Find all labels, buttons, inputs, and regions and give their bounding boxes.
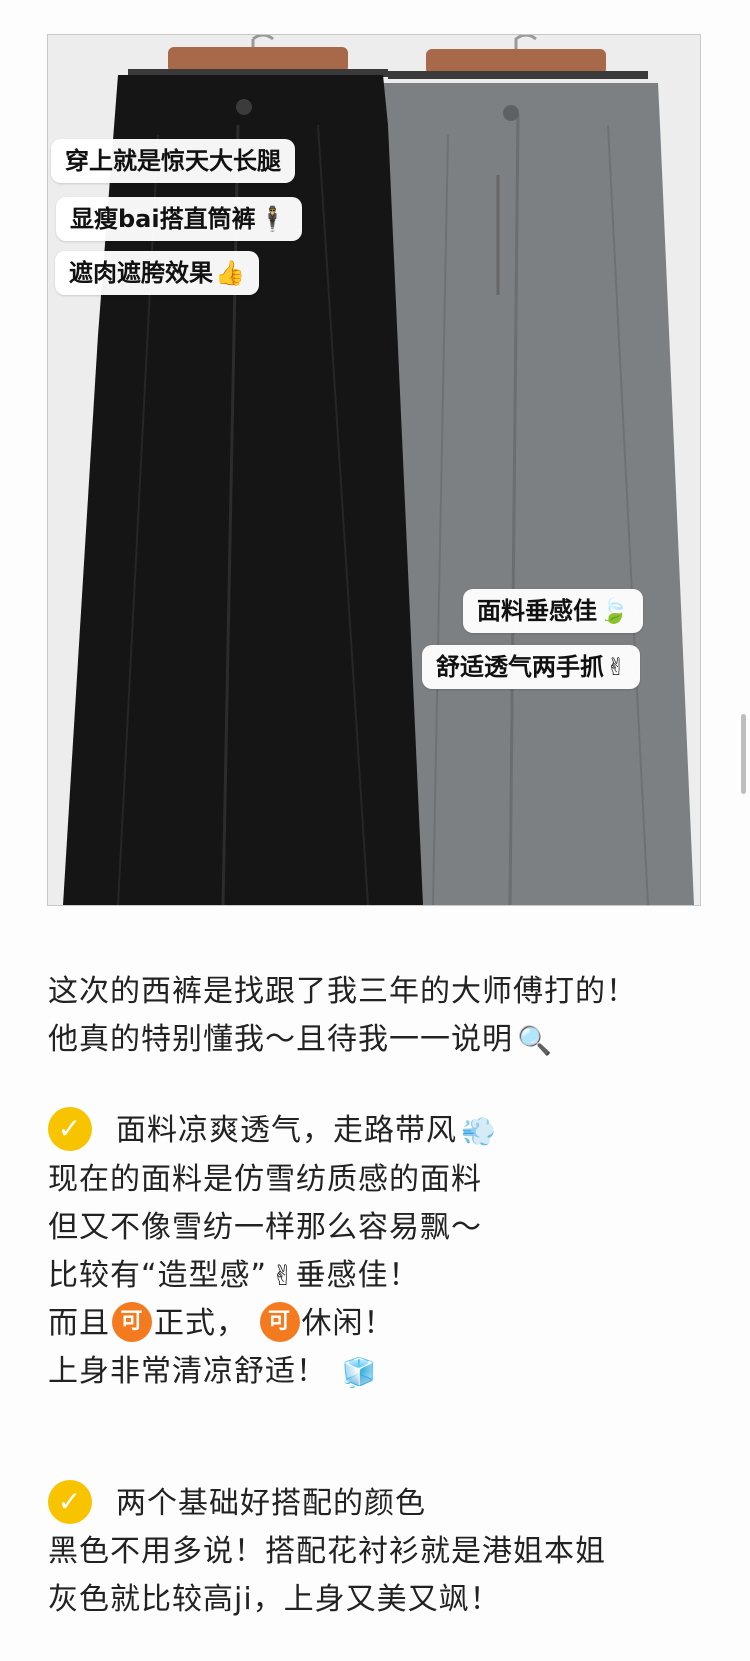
photo-tag-text: 遮肉遮胯效果 — [69, 259, 213, 287]
line-text: 正式， — [154, 1306, 247, 1341]
line-text: 休闲！ — [301, 1306, 395, 1341]
photo-tag-text: 穿上就是惊天大长腿 — [65, 147, 281, 175]
line-text: 垂感佳！ — [295, 1257, 420, 1293]
person-suit-icon: 🕴 — [257, 205, 288, 233]
photo-tag-breathable: 舒适透气两手抓✌ — [422, 645, 641, 689]
section-fabric-line-3: 比较有“造型感” ✌垂感佳！ — [48, 1252, 497, 1301]
photo-tag-text: 显瘦bai搭直筒裤 — [70, 205, 256, 233]
check-circle-icon: ✓ — [48, 1106, 92, 1151]
intro-text: 这次的西裤是找跟了我三年的大师傅打的！ 他真的特别懂我～且待我一一说明 🔍 — [48, 968, 637, 1065]
photo-tag-cover-hips: 遮肉遮胯效果👍 — [55, 251, 259, 295]
magnifier-icon: 🔍 — [517, 1023, 553, 1057]
line-text: 而且 — [48, 1306, 110, 1341]
line-text: 比较有“造型感” — [48, 1257, 268, 1293]
section-heading-text: 面料凉爽透气，走路带风 — [116, 1113, 457, 1148]
intro-line-2-text: 他真的特别懂我～且待我一一说明 — [48, 1022, 513, 1057]
section-fabric: ✓ 面料凉爽透气，走路带风 💨 现在的面料是仿雪纺质感的面料 但又不像雪纺一样那么容… — [48, 1106, 497, 1397]
section-fabric-heading: ✓ 面料凉爽透气，走路带风 💨 — [48, 1106, 497, 1156]
ke-badge-icon: 可 — [112, 1301, 152, 1342]
section-fabric-line-1: 现在的面料是仿雪纺质感的面料 — [48, 1161, 482, 1197]
photo-tag-long-legs: 穿上就是惊天大长腿 — [51, 139, 295, 183]
photo-tag-drape: 面料垂感佳🍃 — [463, 589, 643, 633]
scrollbar-thumb[interactable] — [741, 714, 746, 794]
section-fabric-line-2: 但又不像雪纺一样那么容易飘～ — [48, 1209, 482, 1245]
photo-tag-text: 舒适透气两手抓 — [436, 653, 604, 681]
section-colors-line-2: 灰色就比较高ji，上身又美又飒！ — [48, 1582, 501, 1617]
leaf-icon: 🍃 — [599, 597, 629, 625]
check-circle-icon: ✓ — [48, 1479, 92, 1524]
section-colors: ✓ 两个基础好搭配的颜色 黑色不用多说！搭配花衬衫就是港姐本姐 灰色就比较高ji，… — [48, 1479, 606, 1624]
section-fabric-line-4: 而且可正式， 可休闲！ — [48, 1300, 497, 1348]
dash-wind-icon: 💨 — [461, 1114, 497, 1148]
ke-badge-icon: 可 — [259, 1301, 300, 1342]
photo-tag-slimming: 显瘦bai搭直筒裤🕴 — [56, 197, 302, 241]
section-colors-line-1: 黑色不用多说！搭配花衬衫就是港姐本姐 — [48, 1534, 606, 1569]
thumbs-up-icon: 👍 — [215, 259, 245, 287]
line-text: 上身非常清凉舒适！ — [48, 1354, 327, 1389]
section-heading-text: 两个基础好搭配的颜色 — [116, 1486, 426, 1521]
product-photo: 穿上就是惊天大长腿 显瘦bai搭直筒裤🕴 遮肉遮胯效果👍 面料垂感佳🍃 舒适透气… — [47, 34, 701, 906]
photo-tag-text: 面料垂感佳 — [477, 597, 597, 625]
grey-pants — [378, 83, 694, 905]
section-fabric-line-5: 上身非常清凉舒适！ 🧊 — [48, 1348, 497, 1397]
intro-line-2: 他真的特别懂我～且待我一一说明 🔍 — [48, 1016, 637, 1065]
intro-line-1: 这次的西裤是找跟了我三年的大师傅打的！ — [48, 974, 637, 1009]
section-colors-heading: ✓ 两个基础好搭配的颜色 — [48, 1479, 606, 1528]
victory-hand-icon: ✌ — [271, 1259, 296, 1292]
ice-cube-icon: 🧊 — [341, 1355, 378, 1389]
victory-hand-icon: ✌ — [606, 653, 627, 681]
